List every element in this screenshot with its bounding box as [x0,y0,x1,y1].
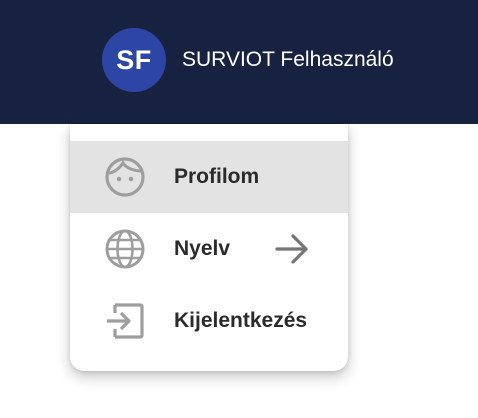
menu-item-logout[interactable]: Kijelentkezés [70,285,348,357]
user-name[interactable]: SURVIOT Felhasználó [182,48,394,72]
globe-icon [105,229,145,269]
menu-item-label: Nyelv [174,237,231,260]
user-dropdown-menu: Profilom Nyelv Kijelentkezés [70,124,348,371]
logout-icon [107,303,144,339]
menu-item-profile[interactable]: Profilom [70,141,348,213]
menu-item-label: Profilom [174,165,260,188]
face-icon [105,157,145,197]
arrow-right-icon [275,234,308,264]
user-menu-toggle[interactable]: SF SURVIOT Felhasználó [102,28,394,92]
top-bar: SF SURVIOT Felhasználó [0,0,478,124]
avatar[interactable]: SF [102,28,166,92]
menu-item-label: Kijelentkezés [174,309,308,332]
menu-item-language[interactable]: Nyelv [70,213,348,285]
